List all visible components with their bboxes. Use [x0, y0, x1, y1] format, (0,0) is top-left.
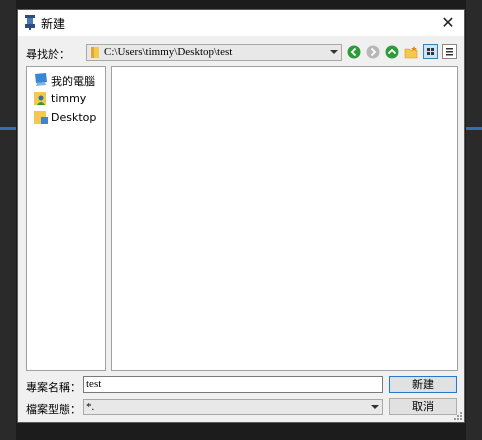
current-path: C:\Users\timmy\Desktop\test	[104, 46, 233, 58]
file-type-value: *.	[86, 401, 95, 413]
chevron-down-icon[interactable]	[330, 50, 338, 54]
background-window-right	[466, 0, 482, 440]
file-list[interactable]	[111, 66, 458, 371]
file-type-label: 檔案型態：	[26, 403, 81, 416]
desktop-folder-icon	[34, 111, 48, 124]
places-sidebar: 我的電腦 timmy Desktop	[26, 66, 106, 371]
place-my-computer[interactable]: 我的電腦	[33, 71, 103, 89]
details-view-icon	[446, 48, 453, 56]
forward-icon[interactable]	[366, 45, 380, 59]
folder-icon	[91, 47, 99, 58]
file-name-label: 專案名稱：	[26, 381, 81, 394]
new-folder-icon[interactable]	[404, 45, 418, 59]
back-icon[interactable]	[347, 45, 361, 59]
close-button[interactable]: ✕	[432, 10, 464, 36]
file-name-input[interactable]: test	[83, 376, 383, 393]
user-icon	[34, 92, 46, 105]
cancel-button[interactable]: 取消	[389, 398, 457, 415]
background-accent-stripe	[466, 127, 482, 130]
title-bar[interactable]: 新建 ✕	[18, 10, 464, 36]
new-project-dialog: 新建 ✕ 尋找於： C:\Users\timmy\Desktop\test 我的…	[17, 9, 465, 423]
background-accent-stripe	[0, 127, 16, 130]
dialog-title: 新建	[41, 17, 66, 31]
place-label: timmy	[51, 92, 87, 105]
list-view-icon	[427, 48, 434, 55]
place-label: Desktop	[51, 111, 97, 124]
app-icon	[25, 15, 35, 30]
up-folder-icon[interactable]	[385, 45, 399, 59]
look-in-combo[interactable]: C:\Users\timmy\Desktop\test	[86, 44, 342, 61]
place-label: 我的電腦	[51, 75, 95, 88]
new-button[interactable]: 新建	[389, 376, 457, 393]
file-type-combo[interactable]: *.	[83, 399, 383, 415]
resize-grip-icon[interactable]	[454, 412, 462, 420]
close-icon: ✕	[441, 13, 455, 32]
place-timmy[interactable]: timmy	[33, 90, 103, 108]
details-view-button[interactable]	[442, 44, 457, 59]
background-window-left	[0, 0, 16, 440]
look-in-label: 尋找於：	[26, 48, 70, 61]
computer-icon	[35, 73, 47, 86]
list-view-button[interactable]	[423, 44, 438, 59]
chevron-down-icon[interactable]	[371, 405, 379, 409]
place-desktop[interactable]: Desktop	[33, 109, 103, 127]
